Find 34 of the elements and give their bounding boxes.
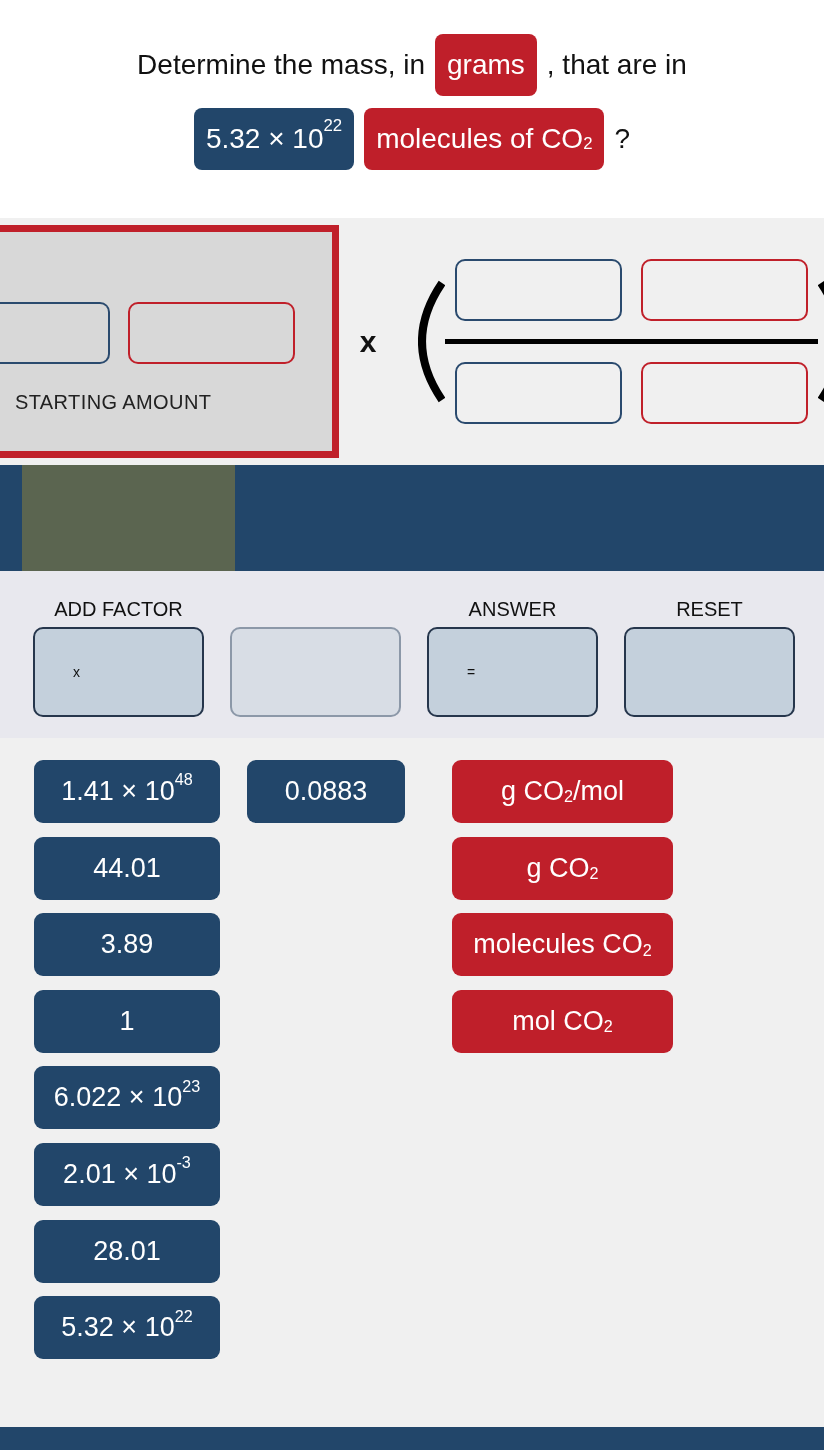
open-bracket-icon	[418, 279, 445, 404]
unit-slot[interactable]	[128, 302, 295, 364]
action-button[interactable]	[624, 627, 795, 717]
question-text: Determine the mass, in	[137, 49, 425, 81]
unit-slot[interactable]	[641, 259, 808, 321]
action-button[interactable]: =	[427, 627, 598, 717]
question-text: ?	[614, 123, 631, 155]
number-tile: 5.32 × 10$^{22}$	[193, 108, 355, 170]
number-tile[interactable]: 44.01	[34, 836, 220, 900]
number-tile[interactable]: 6.022 × 10$^{23}$	[34, 1066, 220, 1130]
button-label: ADD FACTOR	[54, 597, 183, 621]
unit-tile[interactable]: mol CO$_{2}$	[452, 989, 673, 1053]
unit-tile: grams	[435, 34, 537, 96]
number-tile[interactable]: 0.0883	[247, 760, 405, 823]
number-slot[interactable]	[0, 302, 110, 364]
unit-tile[interactable]: g CO$_{2}$	[452, 836, 673, 900]
panel-label: STARTING AMOUNT	[15, 391, 212, 414]
number-tile[interactable]: 1	[34, 989, 220, 1053]
multiply-sign: x	[358, 326, 378, 357]
button-label: ANSWER	[468, 597, 557, 621]
action-button[interactable]: x	[33, 627, 204, 717]
button-label: RESET	[676, 597, 743, 621]
unit-tile[interactable]: molecules CO$_{2}$	[452, 913, 673, 977]
number-tile[interactable]: 3.89	[34, 913, 220, 977]
question-text: , that are in	[546, 49, 687, 81]
number-slot[interactable]	[455, 259, 622, 321]
number-tile[interactable]: 28.01	[34, 1219, 220, 1283]
unit-tile[interactable]: g CO$_{2}$/mol	[452, 760, 673, 823]
number-slot[interactable]	[455, 362, 622, 424]
close-bracket-icon	[818, 279, 824, 404]
unit-slot[interactable]	[641, 362, 808, 424]
number-tile[interactable]: 1.41 × 10$^{48}$	[34, 760, 220, 823]
number-tile[interactable]: 2.01 × 10$^{-3}$	[34, 1142, 220, 1206]
number-tile[interactable]: 5.32 × 10$^{22}$	[34, 1296, 220, 1360]
